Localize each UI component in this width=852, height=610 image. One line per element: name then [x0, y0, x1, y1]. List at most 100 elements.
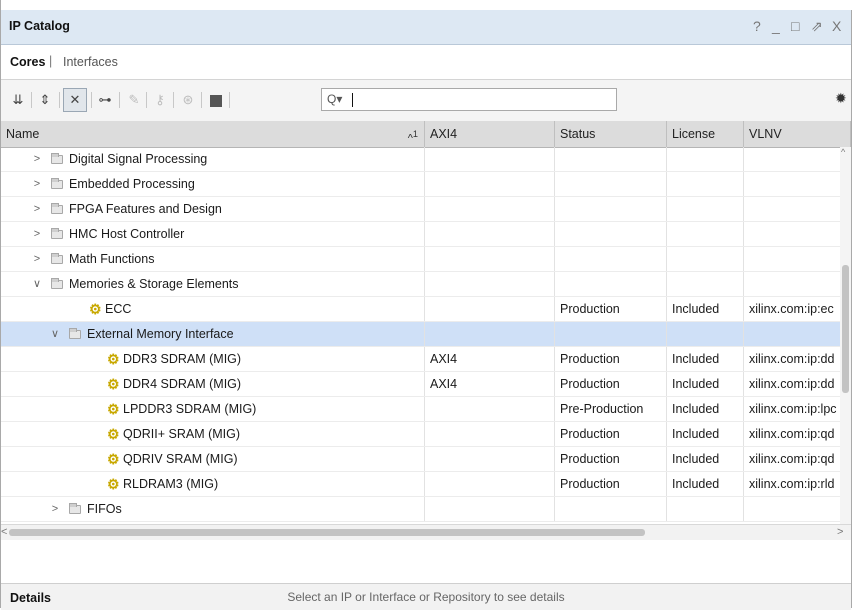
window-title: IP Catalog	[9, 19, 70, 33]
search-input[interactable]: Q▾	[321, 88, 617, 111]
cell-status	[555, 497, 667, 521]
folder-icon	[51, 203, 63, 214]
tree-folder-row[interactable]: > Math Functions	[1, 247, 851, 272]
tab-cores[interactable]: Cores	[10, 55, 45, 69]
column-header-license[interactable]: License	[667, 121, 744, 147]
ip-core-icon: ⚙	[107, 376, 120, 392]
cell-status	[555, 197, 667, 221]
tree-folder-row[interactable]: > FIFOs	[1, 497, 851, 522]
toolbar-divider	[146, 92, 147, 108]
table-header: Name ^1 AXI4 Status License VLNV	[1, 121, 851, 148]
tree-ip-row[interactable]: ⚙ LPDDR3 SDRAM (MIG) Pre-Production Include…	[1, 397, 851, 422]
vertical-scrollbar[interactable]: ^	[840, 147, 851, 524]
float-icon[interactable]: ⇗	[811, 18, 823, 35]
cell-vlnv	[744, 197, 851, 221]
cell-license	[667, 197, 744, 221]
row-label: External Memory Interface	[87, 327, 234, 341]
customize-ip-icon[interactable]: ✎	[125, 91, 143, 109]
view-tabs: Cores | Interfaces	[1, 45, 851, 80]
cell-vlnv: xilinx.com:ip:rld	[744, 472, 851, 496]
cell-vlnv: xilinx.com:ip:ec	[744, 297, 851, 321]
tree-ip-row[interactable]: ⚙ DDR4 SDRAM (MIG) AXI4 Production Included x…	[1, 372, 851, 397]
expand-chevron-icon[interactable]: >	[49, 497, 61, 521]
minimize-icon[interactable]: _	[772, 18, 780, 34]
cell-name: ⚙ RLDRAM3 (MIG)	[1, 472, 425, 496]
cell-license: Included	[667, 347, 744, 371]
ip-chip-icon[interactable]: ⊛	[179, 91, 197, 109]
tree-ip-row[interactable]: ⚙ DDR3 SDRAM (MIG) AXI4 Production Included x…	[1, 347, 851, 372]
close-icon[interactable]: X	[832, 18, 841, 34]
cell-vlnv	[744, 497, 851, 521]
vertical-scroll-thumb[interactable]	[842, 265, 849, 393]
ip-core-icon: ⚙	[107, 476, 120, 492]
search-icon: Q▾	[327, 92, 343, 106]
horizontal-scroll-thumb[interactable]	[9, 529, 645, 536]
expand-all-icon[interactable]: ⇕	[36, 91, 54, 109]
row-label: Embedded Processing	[69, 177, 195, 191]
maximize-icon[interactable]: □	[791, 18, 799, 34]
cell-vlnv	[744, 322, 851, 346]
expand-chevron-icon[interactable]: >	[31, 247, 43, 271]
cell-status	[555, 147, 667, 171]
spacer	[1, 540, 851, 583]
column-label: AXI4	[430, 127, 458, 141]
cell-name: ∨ External Memory Interface	[1, 322, 425, 346]
row-label: HMC Host Controller	[69, 227, 185, 241]
tree-folder-row[interactable]: > Embedded Processing	[1, 172, 851, 197]
tree-folder-row[interactable]: ∨ Memories & Storage Elements	[1, 272, 851, 297]
tree-ip-row[interactable]: ⚙ QDRII+ SRAM (MIG) Production Included xili…	[1, 422, 851, 447]
column-header-vlnv[interactable]: VLNV	[744, 121, 851, 147]
top-clipped-strip	[1, 0, 852, 10]
cell-axi4	[425, 172, 555, 196]
ip-core-icon: ⚙	[107, 351, 120, 367]
toolbar-divider	[31, 92, 32, 108]
column-header-status[interactable]: Status	[555, 121, 667, 147]
expand-chevron-icon[interactable]: >	[31, 147, 43, 171]
toolbar-divider	[201, 92, 202, 108]
cell-axi4	[425, 197, 555, 221]
toolbar-divider	[59, 92, 60, 108]
tree-ip-row[interactable]: ⚙ RLDRAM3 (MIG) Production Included xilinx.c…	[1, 472, 851, 497]
cell-license: Included	[667, 422, 744, 446]
tree-folder-row[interactable]: > HMC Host Controller	[1, 222, 851, 247]
tree-ip-row[interactable]: ⚙ QDRIV SRAM (MIG) Production Included xilin…	[1, 447, 851, 472]
help-icon[interactable]: ?	[753, 18, 761, 34]
collapse-chevron-icon[interactable]: ∨	[31, 272, 43, 296]
license-key-icon[interactable]: ⚷	[151, 91, 169, 109]
tree-folder-row[interactable]: > Digital Signal Processing	[1, 147, 851, 172]
toolbar: ⇊ ⇕ ✕ ⊶ ✎ ⚷ ⊛ Q▾ ✹	[1, 80, 851, 122]
cell-license	[667, 497, 744, 521]
cell-status: Pre-Production	[555, 397, 667, 421]
ip-catalog-window: IP Catalog ? _ □ ⇗ X Cores | Interfaces …	[0, 0, 852, 610]
cell-status	[555, 172, 667, 196]
cell-status	[555, 222, 667, 246]
cell-license	[667, 247, 744, 271]
scroll-right-icon[interactable]: >	[837, 526, 843, 538]
cell-name: ⚙ QDRIV SRAM (MIG)	[1, 447, 425, 471]
collapse-all-icon[interactable]: ⇊	[9, 91, 27, 109]
tree-folder-row[interactable]: ∨ External Memory Interface	[1, 322, 851, 347]
tree-folder-row[interactable]: > FPGA Features and Design	[1, 197, 851, 222]
cell-axi4	[425, 272, 555, 296]
tab-interfaces[interactable]: Interfaces	[63, 55, 118, 69]
scroll-left-icon[interactable]: <	[1, 526, 7, 538]
cell-vlnv	[744, 172, 851, 196]
folder-icon	[51, 178, 63, 189]
tree-ip-row[interactable]: ⚙ ECC Production Included xilinx.com:ip:ec	[1, 297, 851, 322]
expand-chevron-icon[interactable]: >	[31, 172, 43, 196]
hierarchy-icon[interactable]: ⊶	[96, 91, 114, 109]
row-label: LPDDR3 SDRAM (MIG)	[123, 402, 257, 416]
expand-chevron-icon[interactable]: >	[31, 222, 43, 246]
cell-axi4	[425, 147, 555, 171]
ip-core-icon: ⚙	[107, 401, 120, 417]
column-header-name[interactable]: Name ^1	[1, 121, 425, 147]
gear-icon[interactable]: ✹	[835, 90, 847, 107]
scroll-up-icon[interactable]: ^	[841, 147, 845, 157]
horizontal-scrollbar[interactable]: < >	[1, 524, 851, 541]
tab-separator: |	[49, 54, 53, 68]
filter-toggle-icon[interactable]: ✕	[63, 88, 87, 112]
collapse-chevron-icon[interactable]: ∨	[49, 322, 61, 346]
datasheet-icon[interactable]	[207, 91, 225, 109]
expand-chevron-icon[interactable]: >	[31, 197, 43, 221]
column-header-axi4[interactable]: AXI4	[425, 121, 555, 147]
